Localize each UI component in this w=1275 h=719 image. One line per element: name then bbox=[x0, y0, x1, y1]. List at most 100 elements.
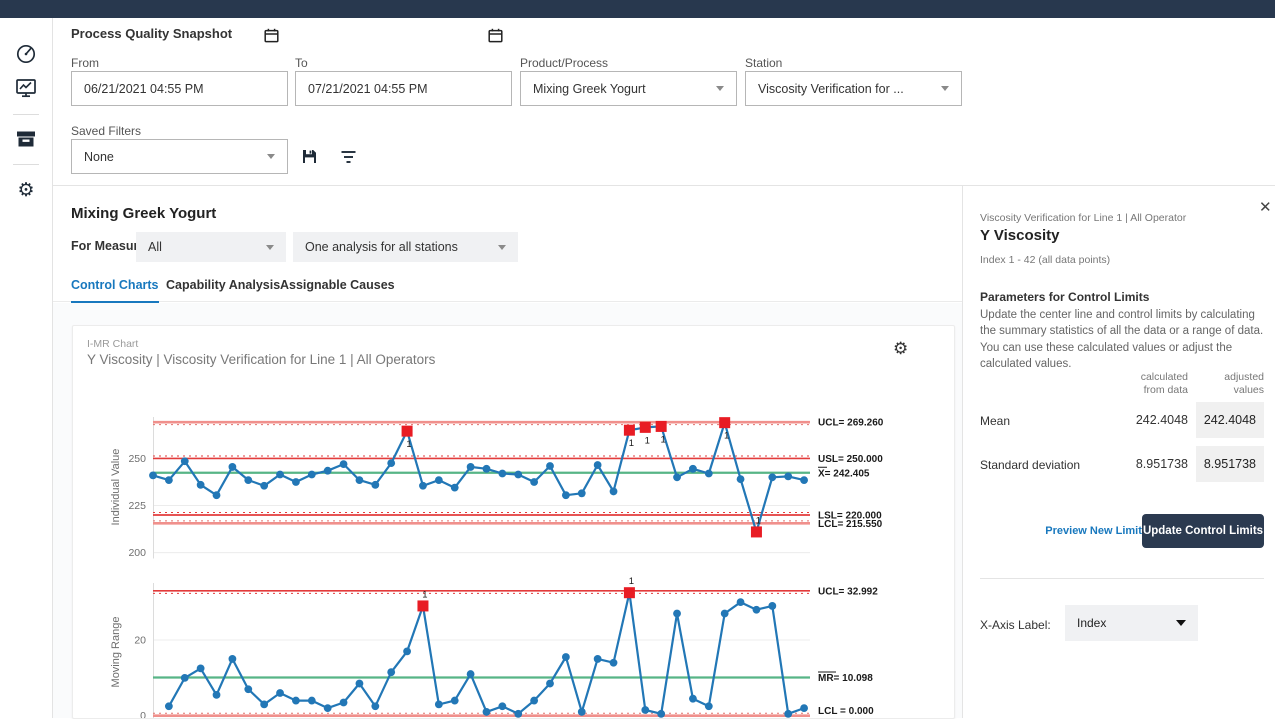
close-icon[interactable]: ✕ bbox=[1259, 200, 1272, 215]
update-control-limits-button[interactable]: Update Control Limits bbox=[1142, 514, 1264, 548]
xaxis-dropdown[interactable]: Index bbox=[1065, 605, 1198, 641]
data-point[interactable] bbox=[641, 706, 649, 714]
data-point[interactable] bbox=[705, 470, 713, 478]
data-point[interactable] bbox=[181, 674, 189, 682]
data-point[interactable] bbox=[229, 463, 237, 471]
tab-control-charts[interactable]: Control Charts bbox=[71, 278, 159, 304]
data-point[interactable] bbox=[292, 478, 300, 486]
filter-icon[interactable] bbox=[340, 150, 357, 164]
data-point[interactable] bbox=[673, 473, 681, 481]
data-point[interactable] bbox=[530, 478, 538, 486]
sidebar-item-monitoring[interactable] bbox=[11, 73, 41, 103]
data-point[interactable] bbox=[419, 482, 427, 490]
data-point[interactable] bbox=[768, 473, 776, 481]
data-point[interactable] bbox=[340, 460, 348, 468]
preview-new-limits-link[interactable]: Preview New Limits bbox=[1023, 525, 1148, 537]
tab-assignable-causes[interactable]: Assignable Causes bbox=[280, 278, 395, 301]
data-point[interactable] bbox=[800, 704, 808, 712]
data-point[interactable] bbox=[451, 484, 459, 492]
data-point[interactable] bbox=[356, 680, 364, 688]
station-dropdown[interactable]: Viscosity Verification for ... bbox=[745, 71, 962, 106]
data-point[interactable] bbox=[435, 700, 443, 708]
out-of-control-point[interactable] bbox=[624, 425, 635, 436]
data-point[interactable] bbox=[244, 476, 252, 484]
data-point[interactable] bbox=[165, 476, 173, 484]
data-point[interactable] bbox=[753, 606, 761, 614]
data-point[interactable] bbox=[546, 680, 554, 688]
data-point[interactable] bbox=[324, 467, 332, 475]
save-filter-button[interactable] bbox=[301, 148, 318, 165]
data-point[interactable] bbox=[498, 702, 506, 710]
data-point[interactable] bbox=[197, 664, 205, 672]
data-point[interactable] bbox=[451, 697, 459, 705]
data-point[interactable] bbox=[530, 697, 538, 705]
sidebar-item-products[interactable] bbox=[11, 124, 41, 154]
data-point[interactable] bbox=[594, 461, 602, 469]
data-point[interactable] bbox=[181, 457, 189, 465]
data-point[interactable] bbox=[768, 602, 776, 610]
data-point[interactable] bbox=[387, 459, 395, 467]
data-point[interactable] bbox=[467, 670, 475, 678]
data-point[interactable] bbox=[594, 655, 602, 663]
out-of-control-point[interactable] bbox=[751, 526, 762, 537]
data-point[interactable] bbox=[800, 476, 808, 484]
data-point[interactable] bbox=[229, 655, 237, 663]
data-point[interactable] bbox=[562, 491, 570, 499]
data-point[interactable] bbox=[483, 708, 491, 716]
to-date-input[interactable] bbox=[295, 71, 512, 106]
out-of-control-point[interactable] bbox=[402, 426, 413, 437]
mean-adjusted-input[interactable]: 242.4048 bbox=[1196, 402, 1264, 438]
out-of-control-point[interactable] bbox=[417, 600, 428, 611]
data-point[interactable] bbox=[610, 659, 618, 667]
data-point[interactable] bbox=[657, 710, 665, 718]
chart-settings-gear-icon[interactable]: ⚙ bbox=[893, 340, 908, 357]
data-point[interactable] bbox=[213, 491, 221, 499]
data-point[interactable] bbox=[546, 462, 554, 470]
data-point[interactable] bbox=[213, 691, 221, 699]
saved-filters-dropdown[interactable]: None bbox=[71, 139, 288, 174]
stddev-adjusted-input[interactable]: 8.951738 bbox=[1196, 446, 1264, 482]
data-point[interactable] bbox=[578, 708, 586, 716]
data-point[interactable] bbox=[483, 465, 491, 473]
data-point[interactable] bbox=[197, 481, 205, 489]
data-point[interactable] bbox=[371, 481, 379, 489]
data-point[interactable] bbox=[689, 695, 697, 703]
data-point[interactable] bbox=[705, 702, 713, 710]
data-point[interactable] bbox=[260, 482, 268, 490]
data-point[interactable] bbox=[292, 697, 300, 705]
data-point[interactable] bbox=[610, 488, 618, 496]
data-point[interactable] bbox=[673, 610, 681, 618]
data-point[interactable] bbox=[514, 471, 522, 479]
data-point[interactable] bbox=[149, 472, 157, 480]
data-point[interactable] bbox=[276, 471, 284, 479]
data-point[interactable] bbox=[340, 699, 348, 707]
data-point[interactable] bbox=[514, 710, 522, 718]
calendar-icon[interactable] bbox=[264, 28, 279, 43]
data-point[interactable] bbox=[737, 598, 745, 606]
sidebar-item-dashboard[interactable] bbox=[11, 39, 41, 69]
data-point[interactable] bbox=[435, 476, 443, 484]
analysis-mode-dropdown[interactable]: One analysis for all stations bbox=[293, 232, 518, 262]
data-point[interactable] bbox=[244, 685, 252, 693]
data-point[interactable] bbox=[260, 700, 268, 708]
out-of-control-point[interactable] bbox=[656, 421, 667, 432]
out-of-control-point[interactable] bbox=[624, 587, 635, 598]
data-point[interactable] bbox=[356, 476, 364, 484]
data-point[interactable] bbox=[562, 653, 570, 661]
out-of-control-point[interactable] bbox=[640, 422, 651, 433]
from-date-input[interactable] bbox=[71, 71, 288, 106]
data-point[interactable] bbox=[276, 689, 284, 697]
data-point[interactable] bbox=[498, 470, 506, 478]
data-point[interactable] bbox=[387, 668, 395, 676]
data-point[interactable] bbox=[371, 702, 379, 710]
data-point[interactable] bbox=[165, 702, 173, 710]
data-point[interactable] bbox=[403, 647, 411, 655]
product-process-dropdown[interactable]: Mixing Greek Yogurt bbox=[520, 71, 737, 106]
data-point[interactable] bbox=[308, 471, 316, 479]
data-point[interactable] bbox=[308, 697, 316, 705]
data-point[interactable] bbox=[721, 610, 729, 618]
data-point[interactable] bbox=[689, 465, 697, 473]
tab-capability-analysis[interactable]: Capability Analysis bbox=[166, 278, 280, 301]
calendar-icon[interactable] bbox=[488, 28, 503, 43]
sidebar-item-settings[interactable]: ⚙ bbox=[11, 175, 41, 205]
